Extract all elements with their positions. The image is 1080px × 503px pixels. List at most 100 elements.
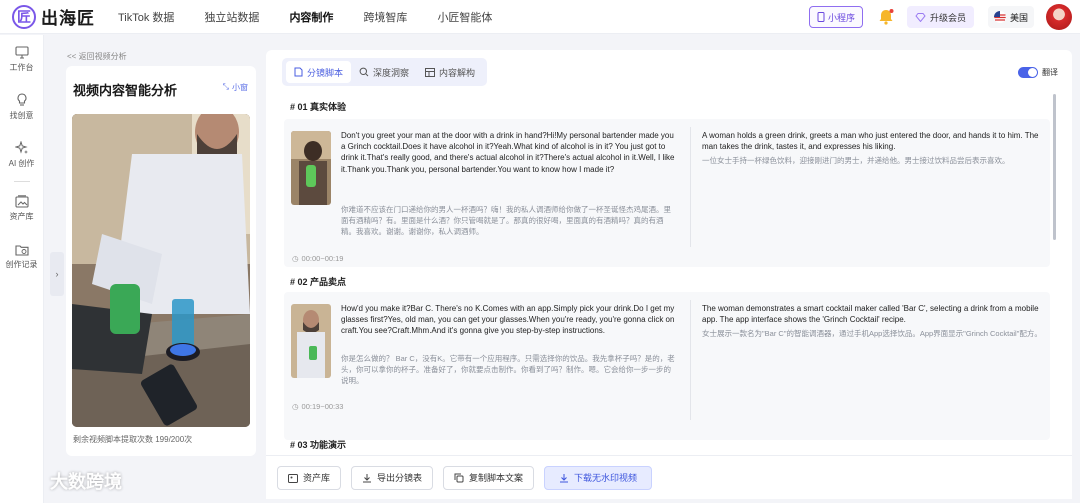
- left-sidebar: 工作台 找创意 AI 创作 资产库 创作记录: [0, 35, 44, 503]
- logo-mark: 匠: [12, 4, 36, 29]
- clock-icon: ◷: [292, 402, 299, 411]
- scene-timecode: ◷ 00:00~00:19: [292, 254, 343, 263]
- mini-window-button[interactable]: ⤡ 小窗: [223, 82, 248, 93]
- user-avatar[interactable]: [1046, 4, 1072, 30]
- bottom-action-bar: 资产库 导出分镜表 复制脚本文案 下载无水印视频: [266, 455, 1072, 499]
- sparkle-icon: [14, 141, 28, 154]
- region-label: 美国: [1009, 12, 1028, 23]
- scene-transcript-zh: 你难道不应该在门口递给你的男人一杯酒吗？嗨！我的私人调酒师给你做了一杯圣诞怪杰鸡…: [341, 205, 671, 236]
- sidebar-label-workbench: 工作台: [9, 62, 34, 72]
- library-icon: [288, 473, 298, 483]
- layout-icon: [425, 67, 436, 77]
- diamond-icon: [915, 12, 926, 22]
- panel-title: 视频内容智能分析: [73, 83, 178, 98]
- copy-script-label: 复制脚本文案: [469, 473, 524, 483]
- sidebar-label-find-ideas: 找创意: [9, 111, 34, 120]
- nav-content-creation[interactable]: 内容制作: [289, 9, 333, 25]
- sidebar-item-workbench[interactable]: 工作台: [0, 35, 43, 83]
- translate-switch[interactable]: [1018, 67, 1038, 78]
- asset-library-button[interactable]: 资产库: [277, 465, 342, 490]
- sidebar-label-assets: 资产库: [9, 211, 34, 221]
- scene-description-en: The woman demonstrates a smart cocktail …: [702, 304, 1039, 325]
- remaining-extraction-count: 剩余视频脚本提取次数 199/200次: [73, 435, 193, 444]
- shrink-icon: ⤡: [222, 82, 229, 91]
- mini-program-label: 小程序: [827, 12, 855, 23]
- storyboard-row: Don't you greet your man at the door wit…: [284, 119, 1050, 267]
- watermark-text: 大数跨境: [50, 472, 122, 492]
- scene-timecode: ◷ 00:19~00:33: [292, 402, 343, 411]
- nav-crossborder-think-tank[interactable]: 跨境智库: [363, 9, 407, 25]
- sidebar-divider: [13, 181, 30, 182]
- sidebar-label-creation-history: 创作记录: [5, 259, 38, 269]
- export-storyboard-button[interactable]: 导出分镜表: [351, 465, 434, 490]
- sidebar-item-assets[interactable]: 资产库: [0, 184, 43, 232]
- download-label: 下载无水印视频: [574, 473, 638, 483]
- main-nav: TikTok 数据 独立站数据 内容制作 跨境智库 小匠智能体: [118, 9, 522, 25]
- sidebar-label-ai-create: AI 创作: [8, 159, 35, 168]
- sidebar-item-find-ideas[interactable]: 找创意: [0, 83, 43, 131]
- watermark-logo-icon: [11, 473, 42, 489]
- video-panel: 视频内容智能分析 ⤡ 小窗: [66, 66, 256, 456]
- image-library-icon: [14, 194, 29, 208]
- tab-storyboard-script[interactable]: 分镜脚本: [286, 61, 352, 83]
- folder-clock-icon: [14, 244, 29, 256]
- tab-label-content-deconstruction: 内容解构: [439, 67, 476, 78]
- top-navbar: 匠 出海匠 TikTok 数据 独立站数据 内容制作 跨境智库 小匠智能体 小程…: [0, 0, 1080, 34]
- storyboard-list[interactable]: # 01 真实体验 Don't you greet your man at th…: [282, 92, 1056, 492]
- back-to-video-analysis-link[interactable]: << 返回视频分析: [67, 51, 127, 62]
- sidebar-item-ai-create[interactable]: AI 创作: [0, 131, 43, 179]
- tab-label-deep-insight: 深度洞察: [373, 67, 410, 78]
- section-heading: # 03 功能演示: [290, 440, 347, 450]
- copy-icon: [454, 473, 464, 482]
- scene-transcript-zh: 你是怎么做的？ Bar C，没有K。它带有一个应用程序。只需选择你的饮品。我先拿…: [341, 354, 675, 385]
- scene-transcript-en: Don't you greet your man at the door wit…: [341, 131, 675, 174]
- nav-ai-agent[interactable]: 小匠智能体: [437, 9, 492, 25]
- watermark: 大数跨境: [10, 468, 122, 494]
- tab-label-storyboard-script: 分镜脚本: [307, 67, 344, 78]
- document-icon: [294, 67, 303, 77]
- copy-script-button[interactable]: 复制脚本文案: [443, 465, 535, 490]
- scene-thumbnail[interactable]: [291, 304, 331, 378]
- search-icon: [359, 67, 369, 77]
- timecode-label: 00:00~00:19: [301, 254, 344, 263]
- storyboard-row: How'd you make it?Bar C. There's no K.Co…: [284, 292, 1050, 440]
- timecode-label: 00:19~00:33: [301, 402, 344, 411]
- scene-description-zh: 女士展示一款名为"Bar C"的智能调酒器，通过手机App选择饮品。App界面显…: [702, 329, 1042, 338]
- clock-icon: ◷: [292, 254, 299, 263]
- expand-sidebar-chevron-icon[interactable]: ›: [50, 252, 64, 296]
- scene-thumbnail[interactable]: [291, 131, 331, 205]
- column-divider: [690, 300, 691, 420]
- region-selector[interactable]: 美国: [987, 6, 1034, 28]
- upgrade-label: 升级会员: [929, 12, 966, 23]
- export-icon: [363, 473, 372, 482]
- analysis-tabs: 分镜脚本 深度洞察 内容解构: [282, 58, 488, 86]
- mini-program-button[interactable]: 小程序: [808, 6, 863, 28]
- brand-name: 出海匠: [41, 9, 95, 28]
- top-right-actions: 小程序 升级会员 美国: [808, 4, 1072, 30]
- download-icon: [560, 473, 569, 482]
- column-divider: [690, 127, 691, 247]
- tab-content-deconstruction[interactable]: 内容解构: [417, 61, 483, 83]
- phone-icon: [817, 12, 825, 22]
- download-no-watermark-button[interactable]: 下载无水印视频: [544, 465, 653, 490]
- export-storyboard-label: 导出分镜表: [377, 473, 423, 483]
- section-heading: # 02 产品卖点: [290, 277, 347, 287]
- translate-label: 翻译: [1042, 68, 1058, 77]
- scrollbar[interactable]: [1053, 94, 1056, 240]
- upgrade-membership-button[interactable]: 升级会员: [906, 6, 974, 28]
- video-player[interactable]: [72, 114, 250, 427]
- translate-toggle[interactable]: 翻译: [1018, 67, 1058, 78]
- scene-description-zh: 一位女士手持一杯绿色饮料，迎接刚进门的男士，并递给他。男士接过饮料品尝后表示喜欢…: [702, 156, 1010, 165]
- tab-deep-insight[interactable]: 深度洞察: [351, 61, 417, 83]
- bell-icon[interactable]: [877, 8, 895, 26]
- scene-transcript-en: How'd you make it?Bar C. There's no K.Co…: [341, 304, 675, 336]
- sidebar-item-creation-history[interactable]: 创作记录: [0, 232, 43, 280]
- lightbulb-icon: [16, 93, 27, 106]
- section-heading: # 01 真实体验: [290, 102, 347, 112]
- mini-window-label: 小窗: [232, 83, 248, 92]
- monitor-icon: [14, 45, 29, 59]
- brand-logo[interactable]: 匠 出海匠: [12, 4, 104, 29]
- nav-store-data[interactable]: 独立站数据: [204, 9, 259, 25]
- script-panel: 分镜脚本 深度洞察 内容解构 翻译 # 01 真实体验 Don't you gr…: [266, 50, 1072, 496]
- nav-tiktok-data[interactable]: TikTok 数据: [118, 9, 174, 25]
